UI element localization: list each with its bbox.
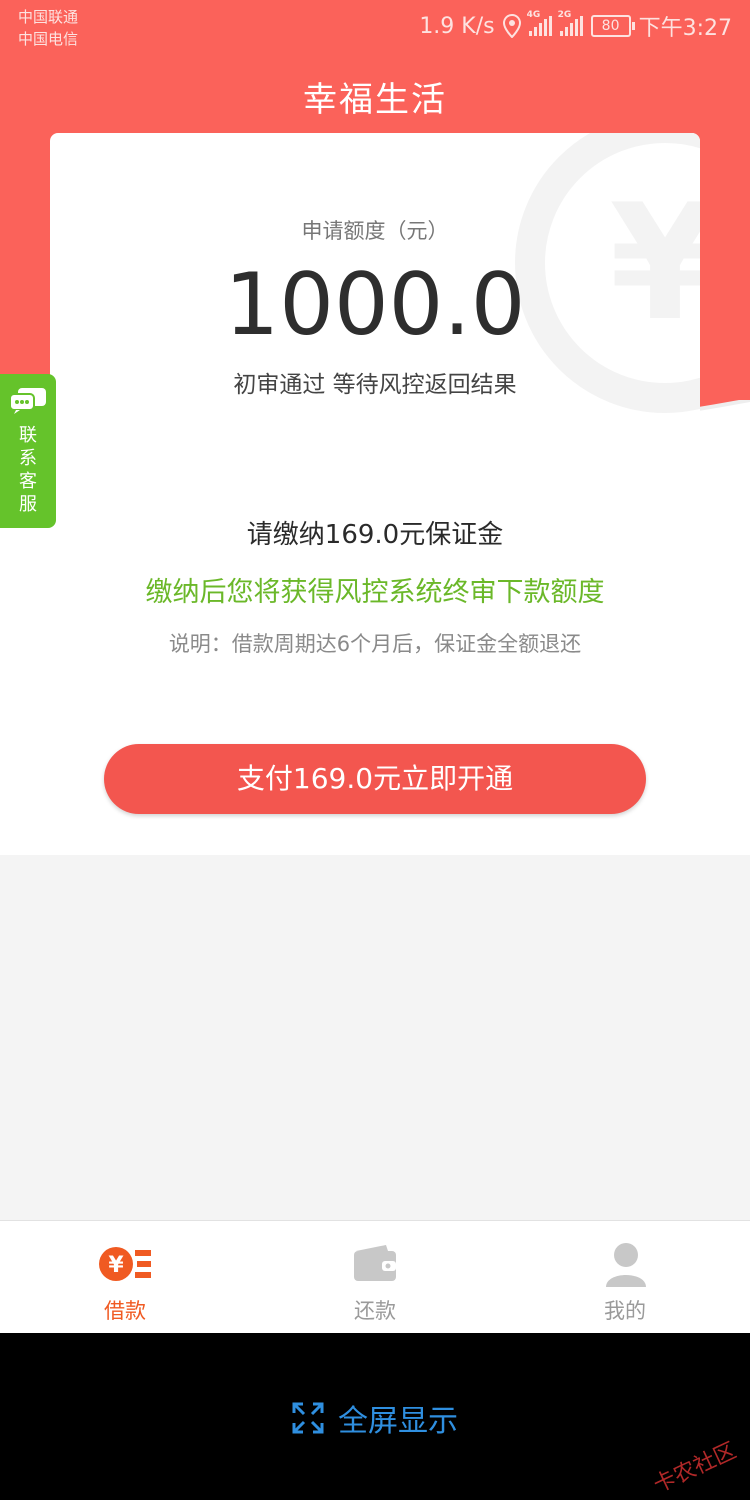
page-title: 幸福生活	[303, 80, 447, 120]
deposit-note: 说明：借款周期达6个月后，保证金全额退还	[168, 632, 582, 656]
battery-icon: 80	[590, 15, 635, 37]
network-speed: 1.9 K/s	[419, 13, 495, 39]
signal-icon-2: 2G	[558, 10, 583, 36]
loan-icon: ¥	[99, 1247, 151, 1281]
pay-button[interactable]: 支付169.0元立即开通	[104, 744, 646, 814]
tab-bar: ¥ 借款 还款 我的	[0, 1220, 750, 1334]
watermark: 卡农社区	[649, 1438, 741, 1499]
contact-label-char: 客	[19, 471, 37, 492]
contact-label-char: 服	[19, 494, 37, 515]
status-bar: 中国联通 中国电信 1.9 K/s 4G 2G 80 下午3:27	[0, 0, 750, 60]
tab-loan-label: 借款	[104, 1299, 146, 1323]
tab-repay[interactable]: 还款	[250, 1221, 500, 1334]
expand-icon	[292, 1402, 324, 1434]
contact-label: 联系客服	[0, 424, 56, 516]
review-status: 初审通过 等待风控返回结果	[233, 372, 517, 398]
tab-loan[interactable]: ¥ 借款	[0, 1221, 250, 1334]
carrier-info: 中国联通 中国电信	[18, 6, 78, 50]
signal-icon-1: 4G	[527, 10, 552, 36]
contact-service-button[interactable]: 联系客服	[0, 374, 56, 528]
deposit-subtitle: 缴纳后您将获得风控系统终审下款额度	[145, 577, 605, 608]
carrier-1: 中国联通	[18, 8, 79, 26]
tab-mine-label: 我的	[604, 1299, 646, 1323]
fullscreen-button[interactable]: 全屏显示	[0, 1396, 750, 1440]
system-bar: 全屏显示 卡农社区	[0, 1333, 750, 1500]
fullscreen-label: 全屏显示	[338, 1404, 458, 1439]
contact-label-char: 系	[19, 448, 37, 469]
clock: 下午3:27	[638, 16, 732, 41]
carrier-2: 中国电信	[18, 30, 79, 48]
credit-label: 申请额度（元）	[301, 219, 449, 243]
chat-icon	[10, 388, 46, 414]
credit-card: ¥ 申请额度（元） 1000.0 初审通过 等待风控返回结果	[50, 133, 700, 493]
location-icon	[502, 14, 521, 38]
status-right: 1.9 K/s 4G 2G 80 下午3:27	[419, 10, 732, 42]
contact-label-char: 联	[19, 425, 37, 446]
tab-repay-label: 还款	[354, 1299, 396, 1323]
tab-mine[interactable]: 我的	[500, 1221, 750, 1334]
svg-text:¥: ¥	[108, 1253, 124, 1278]
credit-amount: 1000.0	[224, 255, 526, 355]
deposit-title: 请缴纳169.0元保证金	[246, 520, 504, 550]
wallet-icon	[354, 1245, 396, 1281]
user-icon	[606, 1243, 646, 1287]
